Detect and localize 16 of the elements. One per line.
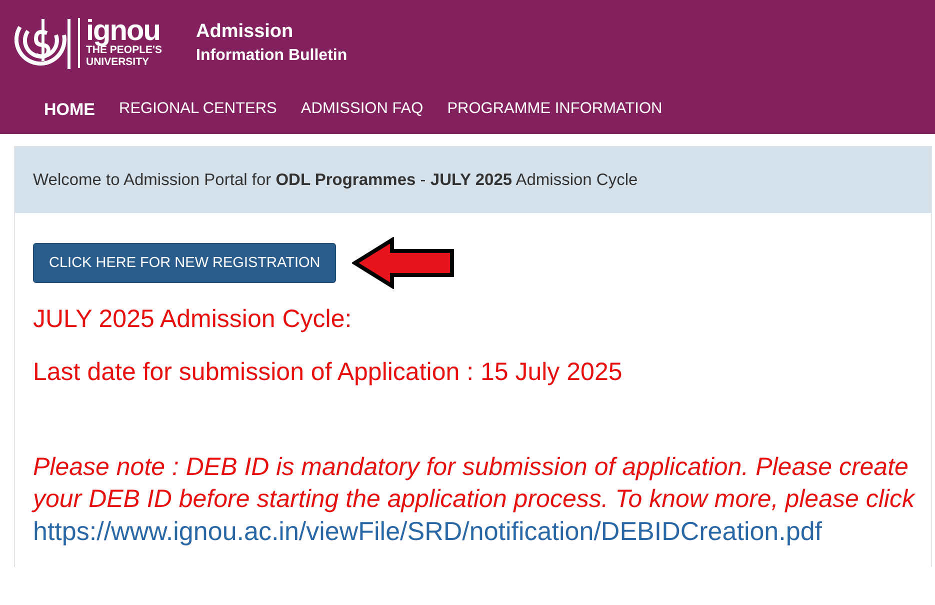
logo-name: ignou — [86, 18, 160, 44]
nav-link[interactable]: ADMISSION FAQ — [300, 100, 424, 120]
welcome-text: Welcome to Admission Portal for ODL Programmes - JULY 2025 Admission Cycle — [33, 170, 638, 190]
logo-tagline: UNIVERSITY — [86, 56, 150, 68]
site-subtitle: Information Bulletin — [196, 47, 348, 65]
cycle-heading: JULY 2025 Admission Cycle: — [33, 305, 353, 334]
arrow-icon — [352, 237, 456, 289]
site-title: Admission — [196, 21, 294, 43]
deb-id-note: Please note : DEB ID is mandatory for submission of application. Please create your DEB ID before starting the application process. To know more, please click — [33, 452, 916, 515]
nav-link[interactable]: REGIONAL CENTERS — [119, 100, 277, 120]
logo-tagline: THE PEOPLE'S — [86, 44, 162, 56]
nav-link[interactable]: HOME — [44, 100, 95, 120]
registration-button[interactable]: CLICK HERE FOR NEW REGISTRATION — [33, 243, 336, 283]
notification-link[interactable]: https://www.ignou.ac.in/viewFile/SRD/notification/DEBIDCreation.pdf — [33, 515, 921, 547]
last-date-text: Last date for submission of Application : 15 July 2025 — [33, 358, 624, 387]
nav-link[interactable]: PROGRAMME INFORMATION — [447, 100, 662, 120]
